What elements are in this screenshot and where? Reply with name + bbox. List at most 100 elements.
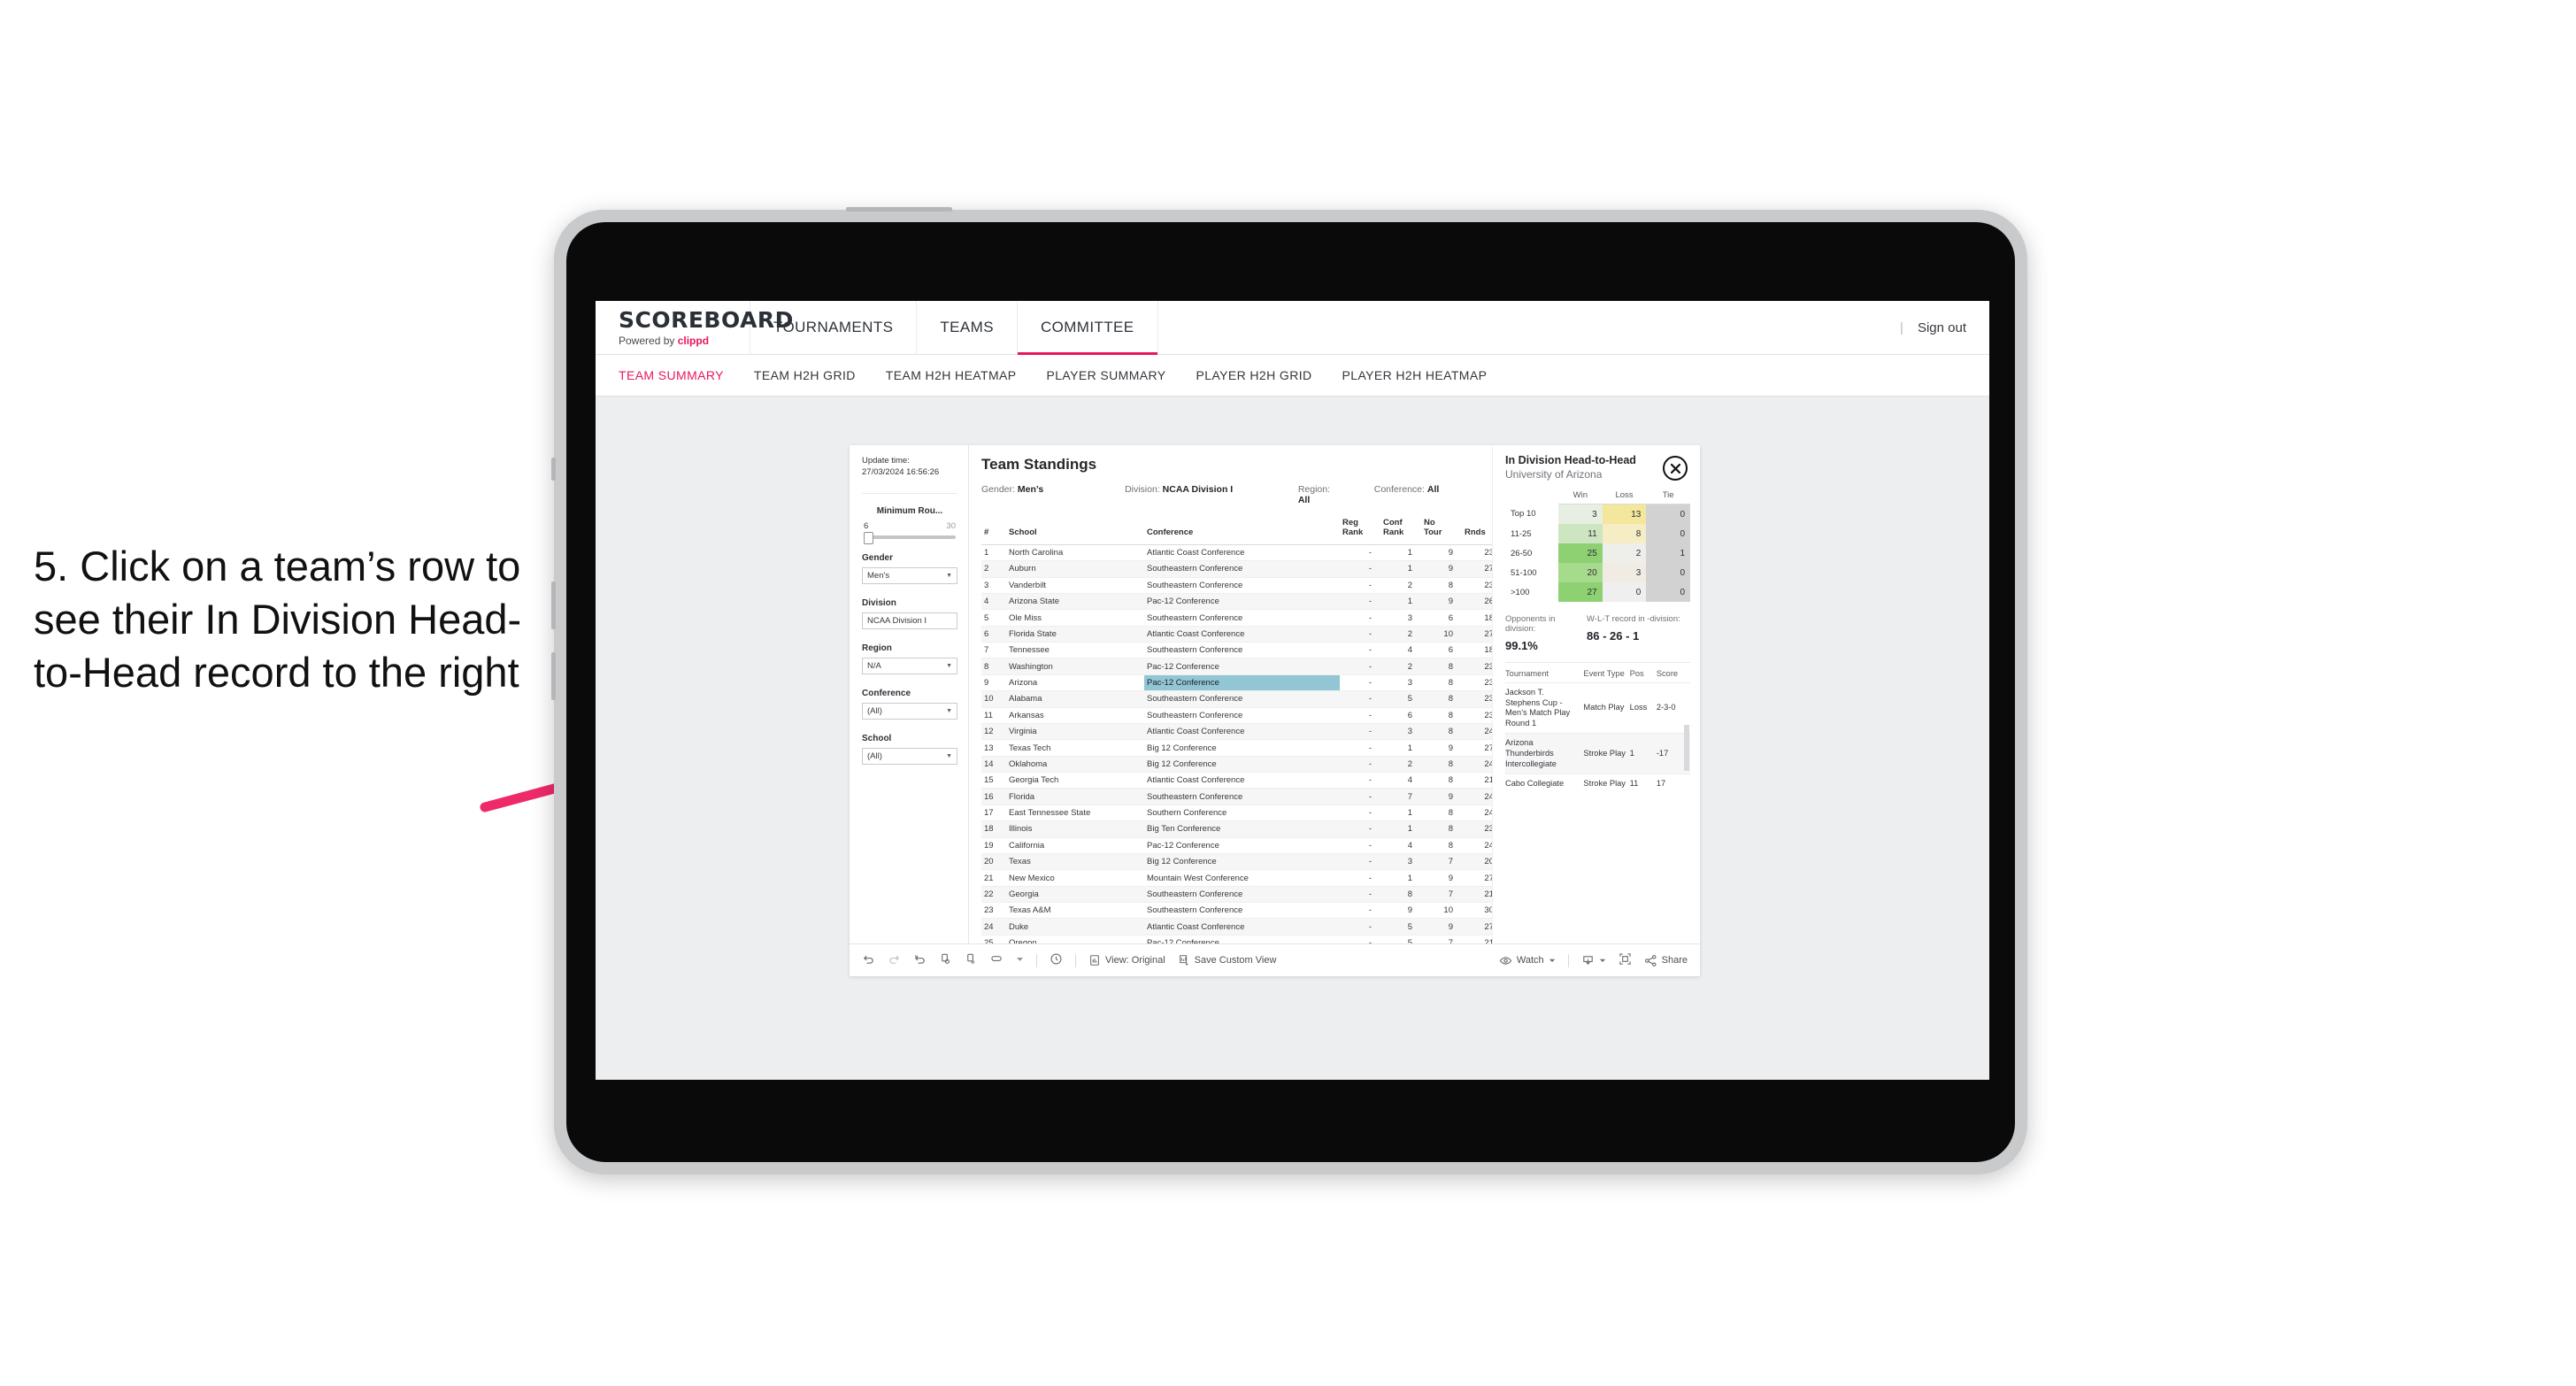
h2h-row[interactable]: >100 27 0 0: [1505, 582, 1690, 602]
table-row[interactable]: 17 East Tennessee State Southern Conferenc…: [981, 805, 1543, 822]
table-cell[interactable]: Atlantic Coast Conference: [1144, 626, 1340, 643]
column-header-conf-rank[interactable]: Conf Rank: [1380, 516, 1421, 545]
table-cell[interactable]: Southeastern Conference: [1144, 690, 1340, 708]
table-cell[interactable]: 22: [981, 886, 1006, 904]
table-cell[interactable]: East Tennessee State: [1006, 805, 1144, 822]
table-cell[interactable]: Big 12 Conference: [1144, 756, 1340, 774]
table-cell[interactable]: -: [1340, 593, 1380, 611]
table-cell[interactable]: 21: [981, 869, 1006, 887]
share-button[interactable]: Share: [1644, 954, 1688, 967]
table-cell[interactable]: 18: [981, 820, 1006, 838]
table-cell[interactable]: Texas A&M: [1006, 902, 1144, 920]
table-row[interactable]: 16FloridaSoutheastern Conference-79244: [981, 788, 1543, 805]
table-cell[interactable]: 9: [981, 674, 1006, 692]
table-cell[interactable]: 6: [1380, 707, 1421, 724]
table-cell[interactable]: 4: [1380, 837, 1421, 854]
table-cell[interactable]: 16: [981, 788, 1006, 805]
h2h-cell-tie[interactable]: 0: [1646, 504, 1690, 524]
table-cell[interactable]: 8: [1421, 723, 1462, 741]
table-cell[interactable]: 4: [1380, 642, 1421, 659]
table-cell[interactable]: Alabama: [1006, 690, 1144, 708]
table-cell[interactable]: Atlantic Coast Conference: [1144, 918, 1340, 936]
division-select[interactable]: NCAA Division I: [862, 612, 957, 629]
h2h-cell-tie[interactable]: 0: [1646, 524, 1690, 543]
table-cell[interactable]: Florida State: [1006, 626, 1144, 643]
table-cell[interactable]: 20: [981, 853, 1006, 871]
table-cell[interactable]: -: [1340, 918, 1380, 936]
nav-teams[interactable]: TEAMS: [917, 301, 1018, 354]
sign-out-link[interactable]: Sign out: [1918, 320, 1966, 335]
table-cell[interactable]: 9: [1421, 918, 1462, 936]
table-cell[interactable]: Texas: [1006, 853, 1144, 871]
table-cell[interactable]: 11: [981, 707, 1006, 724]
table-cell[interactable]: 23: [981, 902, 1006, 920]
table-cell[interactable]: 9: [1421, 544, 1462, 562]
table-cell[interactable]: 3: [1380, 723, 1421, 741]
table-row[interactable]: 20TexasBig 12 Conference-37200: [981, 853, 1543, 871]
table-cell[interactable]: 9: [1421, 560, 1462, 578]
table-cell[interactable]: -: [1340, 544, 1380, 562]
table-cell[interactable]: Tennessee: [1006, 642, 1144, 659]
table-cell[interactable]: 5: [1380, 918, 1421, 936]
table-cell[interactable]: 4: [981, 593, 1006, 611]
h2h-row[interactable]: 51-100 20 3 0: [1505, 563, 1690, 582]
table-cell[interactable]: 8: [1421, 837, 1462, 854]
table-cell[interactable]: -: [1340, 739, 1380, 757]
table-cell[interactable]: 6: [1421, 609, 1462, 627]
h2h-cell-loss[interactable]: 0: [1602, 582, 1647, 602]
table-cell[interactable]: 8: [1421, 756, 1462, 774]
table-cell[interactable]: 13: [981, 739, 1006, 757]
table-cell[interactable]: 2: [1380, 577, 1421, 594]
h2h-cell-win[interactable]: 25: [1558, 543, 1603, 563]
h2h-row[interactable]: 26-50 25 2 1: [1505, 543, 1690, 563]
table-cell[interactable]: 8: [1421, 805, 1462, 822]
table-row[interactable]: 9ArizonaPac-12 Conference-38232: [981, 674, 1543, 692]
table-cell[interactable]: -: [1340, 772, 1380, 789]
table-cell[interactable]: New Mexico: [1006, 869, 1144, 887]
table-cell[interactable]: 9: [1380, 902, 1421, 920]
table-cell[interactable]: North Carolina: [1006, 544, 1144, 562]
table-cell[interactable]: -: [1340, 658, 1380, 675]
table-cell[interactable]: -: [1340, 788, 1380, 805]
table-cell[interactable]: -: [1340, 626, 1380, 643]
table-cell[interactable]: Southeastern Conference: [1144, 788, 1340, 805]
table-cell[interactable]: 17: [981, 805, 1006, 822]
table-cell[interactable]: Atlantic Coast Conference: [1144, 772, 1340, 789]
table-cell[interactable]: 6: [981, 626, 1006, 643]
table-cell[interactable]: 19: [981, 837, 1006, 854]
table-cell[interactable]: Illinois: [1006, 820, 1144, 838]
table-row[interactable]: 11ArkansasSoutheastern Conference-68232: [981, 707, 1543, 724]
column-header-no-tour[interactable]: No Tour: [1421, 516, 1462, 545]
table-cell[interactable]: California: [1006, 837, 1144, 854]
table-cell[interactable]: Georgia Tech: [1006, 772, 1144, 789]
table-cell[interactable]: 8: [1421, 690, 1462, 708]
table-cell[interactable]: -: [1340, 577, 1380, 594]
h2h-cell-tie[interactable]: 1: [1646, 543, 1690, 563]
table-cell[interactable]: 6: [1421, 642, 1462, 659]
table-cell[interactable]: -: [1340, 935, 1380, 943]
column-header-reg-rank[interactable]: Reg Rank: [1340, 516, 1380, 545]
chevron-down-icon[interactable]: [1016, 955, 1024, 966]
table-cell[interactable]: Pac-12 Conference: [1144, 935, 1340, 943]
revert-icon[interactable]: [913, 952, 927, 968]
table-cell[interactable]: 8: [1421, 820, 1462, 838]
table-row[interactable]: 23 Texas A&M Southeastern Conference -9 10 30…: [981, 902, 1543, 920]
table-cell[interactable]: 3: [981, 577, 1006, 594]
tournament-row[interactable]: Cabo Collegiate Stroke Play 11 17: [1505, 774, 1690, 794]
nav-committee[interactable]: COMMITTEE: [1017, 301, 1158, 355]
table-cell[interactable]: Washington: [1006, 658, 1144, 675]
h2h-cell-win[interactable]: 11: [1558, 524, 1603, 543]
table-cell[interactable]: 12: [981, 723, 1006, 741]
h2h-row[interactable]: Top 10 3 13 0: [1505, 504, 1690, 524]
table-cell[interactable]: Oklahoma: [1006, 756, 1144, 774]
table-cell[interactable]: 8: [1421, 658, 1462, 675]
table-cell[interactable]: 3: [1380, 609, 1421, 627]
column-header-conference[interactable]: Conference: [1144, 516, 1340, 545]
app-logo[interactable]: SCOREBOARD Powered by clippd: [596, 301, 793, 354]
table-row[interactable]: 6 Florida State Atlantic Coast Conference -…: [981, 626, 1543, 643]
table-row[interactable]: 2AuburnSoutheastern Conference-19276: [981, 560, 1543, 578]
table-cell[interactable]: Pac-12 Conference: [1144, 593, 1340, 611]
table-cell[interactable]: Auburn: [1006, 560, 1144, 578]
table-cell[interactable]: 5: [1380, 690, 1421, 708]
table-cell[interactable]: Big Ten Conference: [1144, 820, 1340, 838]
